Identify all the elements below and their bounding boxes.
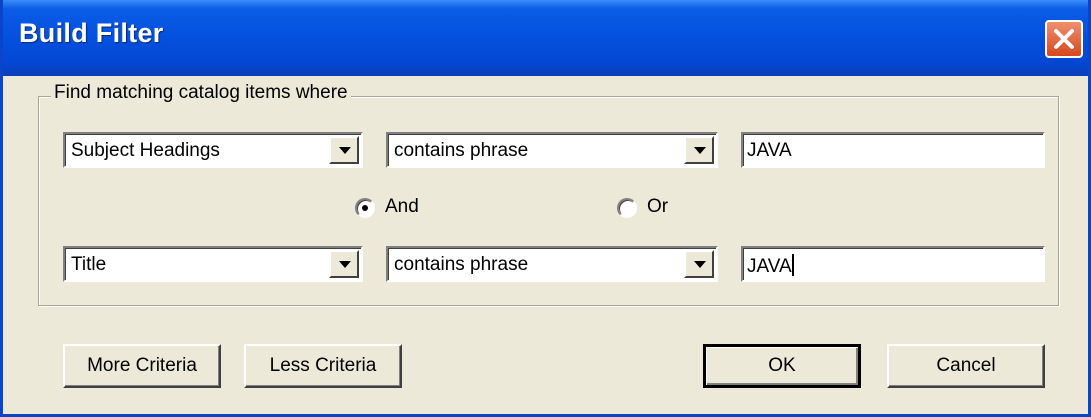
close-button[interactable]: [1045, 20, 1083, 58]
dialog-content: Find matching catalog items where Subjec…: [3, 76, 1088, 414]
and-radio-label: And: [385, 196, 419, 217]
operator-select-2-dropdown-button[interactable]: [684, 250, 714, 278]
more-criteria-button[interactable]: More Criteria: [63, 344, 221, 388]
operator-select-2-value: contains phrase: [394, 254, 529, 275]
dialog-title: Build Filter: [19, 18, 164, 48]
chevron-down-icon: [694, 261, 706, 268]
or-radio-label: Or: [647, 196, 669, 217]
field-select-1[interactable]: Subject Headings: [63, 132, 363, 168]
title-bar[interactable]: Build Filter: [3, 0, 1088, 76]
field-select-1-dropdown-button[interactable]: [329, 136, 359, 164]
operator-select-2[interactable]: contains phrase: [386, 246, 718, 282]
close-icon: [1054, 29, 1074, 49]
value-input-2-text: JAVA: [747, 256, 792, 277]
operator-select-1-value: contains phrase: [394, 140, 529, 161]
less-criteria-button[interactable]: Less Criteria: [244, 344, 402, 388]
build-filter-dialog: Build Filter Find matching catalog items…: [0, 0, 1091, 417]
groupbox-legend: Find matching catalog items where: [51, 82, 351, 104]
and-radio-indicator: [355, 198, 375, 218]
value-input-2[interactable]: JAVA: [741, 246, 1045, 282]
value-input-2-content: JAVA: [747, 254, 794, 278]
operator-select-1-dropdown-button[interactable]: [684, 136, 714, 164]
ok-button[interactable]: OK: [703, 344, 861, 388]
chevron-down-icon: [694, 147, 706, 154]
text-caret: [791, 254, 794, 276]
field-select-2-value: Title: [71, 254, 107, 275]
value-input-1[interactable]: JAVA: [741, 132, 1045, 168]
cancel-button[interactable]: Cancel: [887, 344, 1045, 388]
chevron-down-icon: [339, 147, 351, 154]
field-select-2-dropdown-button[interactable]: [329, 250, 359, 278]
chevron-down-icon: [339, 261, 351, 268]
field-select-2[interactable]: Title: [63, 246, 363, 282]
operator-select-1[interactable]: contains phrase: [386, 132, 718, 168]
field-select-1-value: Subject Headings: [71, 140, 220, 161]
or-radio-indicator: [617, 198, 637, 218]
value-input-1-text: JAVA: [747, 140, 792, 161]
